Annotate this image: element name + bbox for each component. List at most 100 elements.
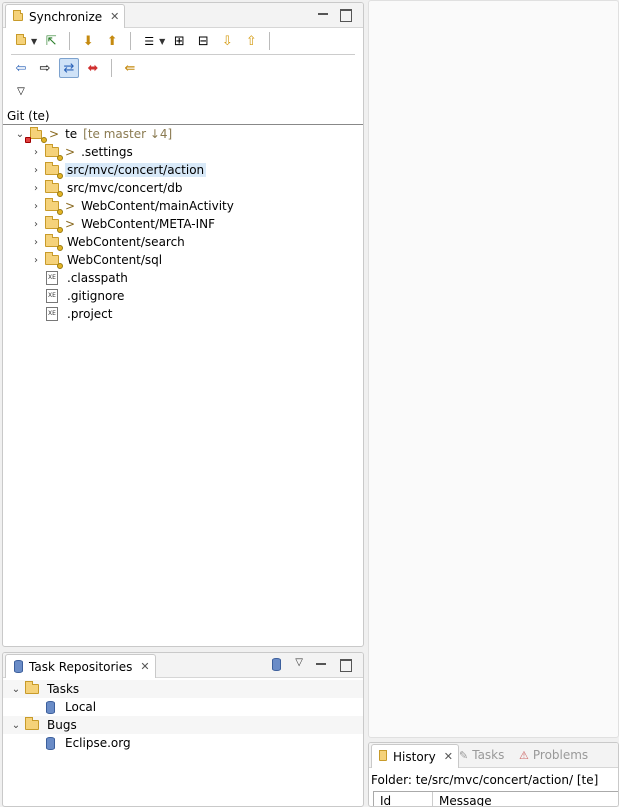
- chevron-down-icon[interactable]: ▼: [31, 37, 37, 46]
- tree-folder-row[interactable]: › > .settings: [3, 143, 363, 161]
- folder-icon: [43, 144, 63, 161]
- both-modes-icon[interactable]: ⇄: [59, 58, 79, 78]
- pull-icon[interactable]: ⬇: [78, 31, 98, 51]
- tab-label: Task Repositories: [29, 659, 133, 674]
- synchronize-icon: [11, 9, 25, 25]
- chevron-down-icon[interactable]: ⌄: [9, 684, 23, 695]
- editor-area: [368, 0, 619, 738]
- synchronize-view: Synchronize ✕ ▼ ⇱ ⬇ ⬆ ☰ ▼ ⊞ ⊟ ⇩ ⇧ ⇦ ⇨ ⇄ …: [2, 2, 364, 647]
- dirty-marker: >: [65, 145, 76, 159]
- tree-file-row[interactable]: XE .classpath: [3, 269, 363, 287]
- dirty-marker: >: [49, 127, 60, 141]
- file-icon: XE: [43, 306, 61, 322]
- repository-row[interactable]: Eclipse.org: [3, 734, 363, 752]
- outgoing-mode-icon[interactable]: ⇨: [35, 58, 55, 78]
- close-icon[interactable]: ✕: [140, 660, 149, 673]
- tree-file-row[interactable]: XE .gitignore: [3, 287, 363, 305]
- incoming-mode-icon[interactable]: ⇦: [11, 58, 31, 78]
- tree-item-label: .project: [67, 307, 113, 321]
- tasks-icon: ✎: [459, 748, 469, 762]
- history-table-header: Id Message: [373, 791, 618, 806]
- chevron-right-icon[interactable]: ›: [29, 183, 43, 194]
- minimize-button[interactable]: [317, 7, 329, 21]
- tree-folder-row[interactable]: › src/mvc/concert/action: [3, 161, 363, 179]
- tab-tasks[interactable]: ✎ Tasks: [459, 748, 504, 762]
- column-header-id[interactable]: Id: [374, 792, 432, 806]
- repo-row[interactable]: ⌄ > te [te master ↓4]: [3, 125, 363, 143]
- folder-icon: [43, 234, 63, 251]
- close-icon[interactable]: ✕: [110, 10, 119, 23]
- repository-tree: ⌄ Tasks Local ⌄ Bugs Eclipse.org: [3, 680, 363, 752]
- tree-folder-row[interactable]: › WebContent/sql: [3, 251, 363, 269]
- push-icon[interactable]: ⬆: [102, 31, 122, 51]
- tree-folder-row[interactable]: › > WebContent/META-INF: [3, 215, 363, 233]
- chevron-down-icon[interactable]: ⌄: [9, 720, 23, 731]
- synchronize-tabbar: Synchronize ✕: [3, 3, 363, 28]
- collapse-all-icon[interactable]: ⊟: [193, 31, 213, 51]
- maximize-button[interactable]: [339, 657, 352, 672]
- branch-info: [te master ↓4]: [83, 127, 173, 141]
- commit-icon[interactable]: ⇱: [41, 31, 61, 51]
- repository-label: Eclipse.org: [65, 736, 131, 750]
- pin-icon[interactable]: ⇚: [120, 58, 140, 78]
- close-icon[interactable]: ✕: [444, 750, 453, 763]
- history-icon: [377, 749, 389, 765]
- sync-toolbar-1: ▼ ⇱ ⬇ ⬆ ☰ ▼ ⊞ ⊟ ⇩ ⇧: [3, 28, 363, 54]
- tree-folder-row[interactable]: › > WebContent/mainActivity: [3, 197, 363, 215]
- folder-icon: [43, 252, 63, 269]
- folder-icon: [43, 216, 63, 233]
- repository-icon: [25, 126, 47, 143]
- chevron-right-icon[interactable]: ›: [29, 165, 43, 176]
- minimize-button[interactable]: [315, 657, 327, 671]
- tree-item-label: WebContent/META-INF: [81, 217, 216, 231]
- repository-icon: [41, 699, 59, 715]
- sync-toolbar-2: ⇦ ⇨ ⇄ ⬌ ⇚: [3, 55, 363, 81]
- group-label: Tasks: [47, 682, 80, 696]
- history-tabbar: History ✕ ✎ Tasks ⚠ Problems: [369, 743, 618, 768]
- previous-difference-icon[interactable]: ⇧: [241, 31, 261, 51]
- repository-row[interactable]: Local: [3, 698, 363, 716]
- chevron-down-icon[interactable]: ▼: [159, 37, 165, 46]
- chevron-right-icon[interactable]: ›: [29, 201, 43, 212]
- tab-synchronize[interactable]: Synchronize ✕: [5, 4, 126, 28]
- group-label: Bugs: [47, 718, 77, 732]
- folder-icon: [43, 198, 63, 215]
- tree-item-label: WebContent/mainActivity: [81, 199, 234, 213]
- conflicts-mode-icon[interactable]: ⬌: [83, 58, 103, 78]
- folder-icon: [43, 180, 63, 197]
- toolbar-separator: [130, 32, 132, 50]
- column-header-message[interactable]: Message: [432, 792, 618, 806]
- tree-item-label: WebContent/sql: [67, 253, 163, 267]
- chevron-right-icon[interactable]: ›: [29, 147, 43, 158]
- expand-all-icon[interactable]: ⊞: [169, 31, 189, 51]
- tab-problems[interactable]: ⚠ Problems: [519, 748, 588, 762]
- next-difference-icon[interactable]: ⇩: [217, 31, 237, 51]
- dirty-marker: >: [65, 199, 76, 213]
- tree-folder-row[interactable]: › WebContent/search: [3, 233, 363, 251]
- chevron-right-icon[interactable]: ›: [29, 255, 43, 266]
- view-menu-icon[interactable]: ▽: [295, 657, 303, 671]
- file-icon: XE: [43, 288, 61, 304]
- synchronize-dropdown-button[interactable]: [11, 31, 31, 51]
- repository-group-row[interactable]: ⌄ Tasks: [3, 680, 363, 698]
- tree-folder-row[interactable]: › src/mvc/concert/db: [3, 179, 363, 197]
- chevron-right-icon[interactable]: ›: [29, 237, 43, 248]
- tab-history[interactable]: History ✕: [371, 744, 459, 768]
- folder-icon: [43, 162, 63, 179]
- chevron-right-icon[interactable]: ›: [29, 219, 43, 230]
- file-icon: XE: [43, 270, 61, 286]
- tab-label: History: [393, 749, 436, 764]
- maximize-button[interactable]: [339, 7, 352, 22]
- repository-group-row[interactable]: ⌄ Bugs: [3, 716, 363, 734]
- tree-item-label: WebContent/search: [67, 235, 185, 249]
- tree-item-label: src/mvc/concert/db: [67, 181, 183, 195]
- add-repository-icon[interactable]: [269, 657, 283, 671]
- tree-item-label: src/mvc/concert/action: [65, 163, 207, 177]
- task-repository-icon: [11, 659, 25, 675]
- tab-task-repositories[interactable]: Task Repositories ✕: [5, 654, 156, 678]
- view-menu-icon[interactable]: ▽: [11, 81, 31, 101]
- toolbar-separator: [111, 59, 112, 77]
- tree-file-row[interactable]: XE .project: [3, 305, 363, 323]
- presentation-icon[interactable]: ☰: [139, 31, 159, 51]
- history-folder-path: Folder: te/src/mvc/concert/action/ [te]: [371, 773, 599, 787]
